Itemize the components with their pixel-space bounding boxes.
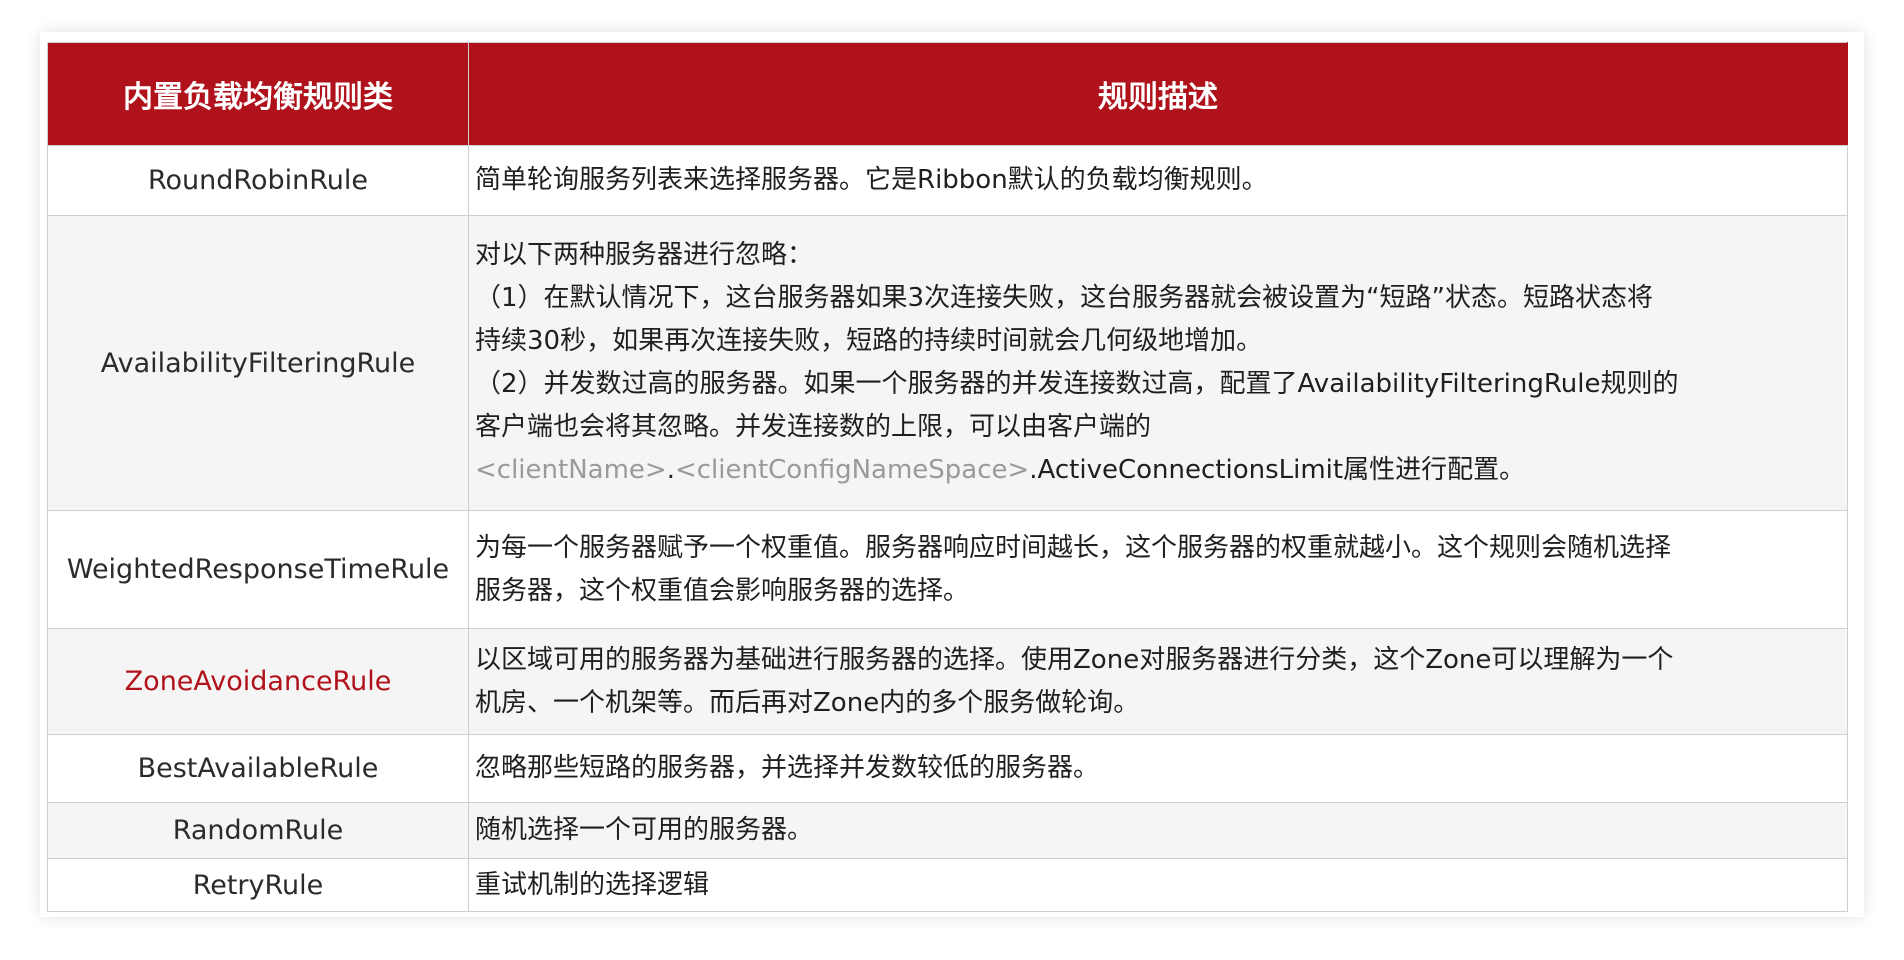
desc-line: 以区域可用的服务器为基础进行服务器的选择。使用Zone对服务器进行分类，这个Zo… xyxy=(475,644,1674,675)
table-row: RoundRobinRule 简单轮询服务列表来选择服务器。它是Ribbon默认… xyxy=(47,145,1848,216)
load-balancing-rules-table: 内置负载均衡规则类 规则描述 RoundRobinRule 简单轮询服务列表来选… xyxy=(47,42,1848,912)
rule-desc-weightedresponsetime: 为每一个服务器赋予一个权重值。服务器响应时间越长，这个服务器的权重就越小。这个规… xyxy=(468,510,1848,629)
desc-line: 持续30秒，如果再次连接失败，短路的持续时间就会几何级地增加。 xyxy=(475,326,1263,356)
table-row: BestAvailableRule 忽略那些短路的服务器，并选择并发数较低的服务… xyxy=(47,734,1848,803)
rule-name-weightedresponsetime: WeightedResponseTimeRule xyxy=(47,510,469,629)
rule-name-roundrobin: RoundRobinRule xyxy=(47,145,469,216)
desc-line: （1）在默认情况下，这台服务器如果3次连接失败，这台服务器就会被设置为“短路”状… xyxy=(475,283,1654,313)
desc-line: 服务器，这个权重值会影响服务器的选择。 xyxy=(475,575,970,606)
dot-separator: . xyxy=(666,455,675,485)
rule-desc-availabilityfiltering: 对以下两种服务器进行忽略： （1）在默认情况下，这台服务器如果3次连接失败，这台… xyxy=(468,215,1848,511)
desc-line: 为每一个服务器赋予一个权重值。服务器响应时间越长，这个服务器的权重就越小。这个规… xyxy=(475,532,1672,563)
rule-name-bestavailable: BestAvailableRule xyxy=(47,734,469,803)
header-rule-class: 内置负载均衡规则类 xyxy=(47,42,469,146)
desc-line: <clientName>.<clientConfigNameSpace>.Act… xyxy=(475,449,1839,492)
rule-name-zoneavoidance: ZoneAvoidanceRule xyxy=(47,628,469,735)
client-name-placeholder: <clientName> xyxy=(475,455,667,485)
client-config-namespace-placeholder: <clientConfigNameSpace> xyxy=(674,455,1030,485)
desc-line: 对以下两种服务器进行忽略： xyxy=(475,240,814,270)
desc-line: 客户端也会将其忽略。并发连接数的上限，可以由客户端的 xyxy=(475,412,1152,442)
rule-name-availabilityfiltering: AvailabilityFilteringRule xyxy=(47,215,469,511)
active-connections-limit-text: .ActiveConnectionsLimit属性进行配置。 xyxy=(1029,455,1526,485)
rule-desc-zoneavoidance: 以区域可用的服务器为基础进行服务器的选择。使用Zone对服务器进行分类，这个Zo… xyxy=(468,628,1848,735)
table-row: RandomRule 随机选择一个可用的服务器。 xyxy=(47,802,1848,859)
desc-line: 重试机制的选择逻辑 xyxy=(475,869,710,900)
header-rule-description: 规则描述 xyxy=(468,42,1848,146)
desc-line: 简单轮询服务列表来选择服务器。它是Ribbon默认的负载均衡规则。 xyxy=(475,165,1268,195)
table-row: AvailabilityFilteringRule 对以下两种服务器进行忽略： … xyxy=(47,215,1848,511)
rule-desc-random: 随机选择一个可用的服务器。 xyxy=(468,802,1848,859)
rule-desc-bestavailable: 忽略那些短路的服务器，并选择并发数较低的服务器。 xyxy=(468,734,1848,803)
rule-name-retry: RetryRule xyxy=(47,858,469,912)
table-row: RetryRule 重试机制的选择逻辑 xyxy=(47,858,1848,912)
desc-line: 随机选择一个可用的服务器。 xyxy=(475,815,814,845)
rule-desc-roundrobin: 简单轮询服务列表来选择服务器。它是Ribbon默认的负载均衡规则。 xyxy=(468,145,1848,216)
desc-line: 忽略那些短路的服务器，并选择并发数较低的服务器。 xyxy=(475,753,1100,783)
desc-line: 机房、一个机架等。而后再对Zone内的多个服务做轮询。 xyxy=(475,687,1140,718)
table-header-row: 内置负载均衡规则类 规则描述 xyxy=(47,42,1848,146)
desc-line: （2）并发数过高的服务器。如果一个服务器的并发连接数过高，配置了Availabi… xyxy=(475,369,1679,399)
table-row: ZoneAvoidanceRule 以区域可用的服务器为基础进行服务器的选择。使… xyxy=(47,628,1848,735)
rule-name-random: RandomRule xyxy=(47,802,469,859)
table-row: WeightedResponseTimeRule 为每一个服务器赋予一个权重值。… xyxy=(47,510,1848,629)
rule-desc-retry: 重试机制的选择逻辑 xyxy=(468,858,1848,912)
